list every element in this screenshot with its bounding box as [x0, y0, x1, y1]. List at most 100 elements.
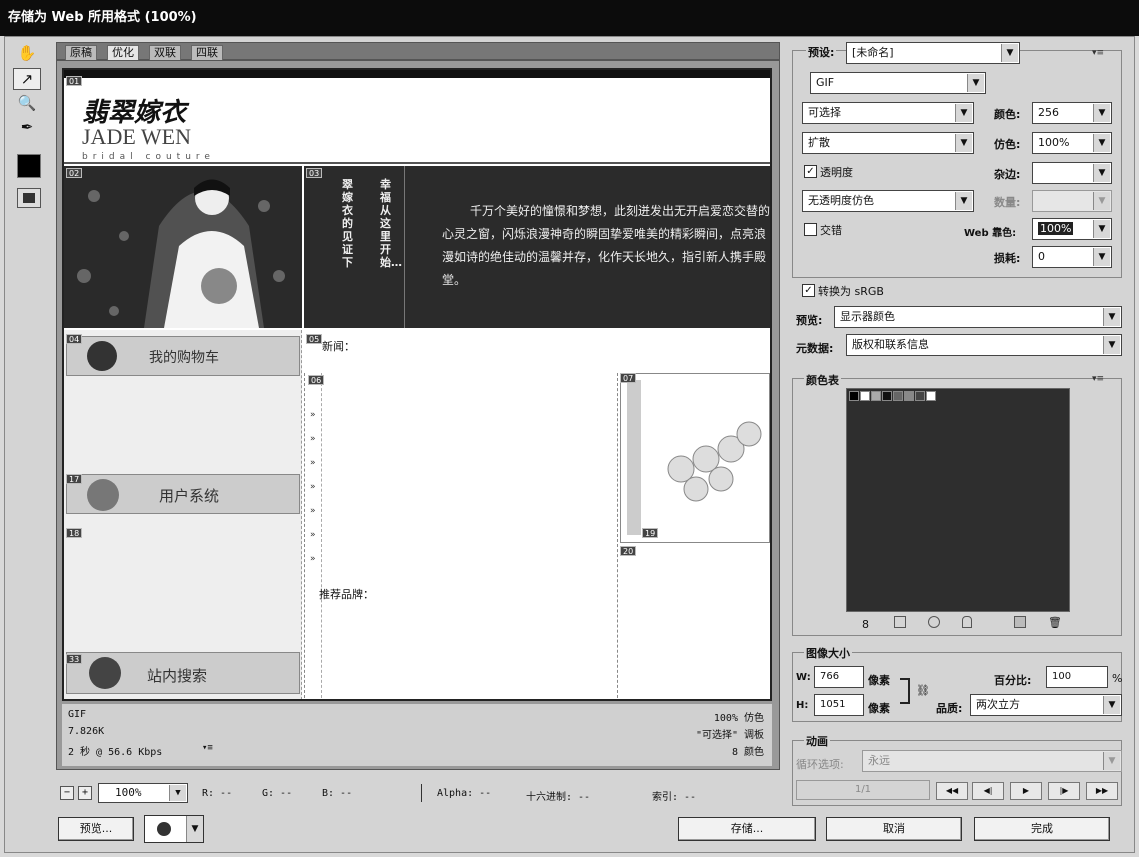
format-select[interactable]: GIF ▼	[810, 72, 986, 94]
b-readout: B: --	[322, 788, 353, 799]
color-swatch[interactable]	[849, 391, 859, 401]
dither-select[interactable]: 100% ▼	[1032, 132, 1112, 154]
play-button[interactable]: ▶	[1010, 782, 1042, 800]
color-table-title: 颜色表	[804, 372, 841, 388]
slice-select-icon[interactable]: ↗	[13, 68, 41, 90]
logo-english: JADE WEN	[82, 124, 191, 149]
zoom-out-button[interactable]: −	[60, 786, 74, 800]
status-menu-icon[interactable]: ▾≡	[202, 743, 213, 753]
dither-label: 仿色:	[994, 138, 1021, 151]
amount-select: ▼	[1032, 190, 1112, 212]
percent-input[interactable]: 100	[1046, 666, 1108, 688]
color-swatch[interactable]	[871, 391, 881, 401]
web-shift-icon[interactable]	[894, 616, 906, 628]
document-preview[interactable]: 翡翠嫁衣 JADE WEN bridal couture 翠嫁衣的见证下 幸福从…	[62, 68, 772, 701]
eyedropper-icon[interactable]: ✒	[13, 116, 41, 138]
browser-select[interactable]: ▼	[144, 815, 204, 843]
bride-image	[64, 166, 302, 328]
interlaced-label: 交错	[820, 224, 842, 237]
user-banner[interactable]: 用户系统	[66, 474, 300, 514]
browser-icon	[157, 822, 171, 836]
image-size-title: 图像大小	[804, 645, 852, 661]
preview-button[interactable]: 预览...	[58, 817, 134, 841]
cart-banner[interactable]: 我的购物车	[66, 336, 300, 376]
slice-label: 19	[642, 528, 659, 538]
lock-color-icon[interactable]	[962, 616, 972, 628]
last-frame-button[interactable]: ▶▶	[1086, 782, 1118, 800]
slice-label: 06	[308, 375, 325, 385]
matte-select[interactable]: ▼	[1032, 162, 1112, 184]
info-bar: − + 100% ▼ R: -- G: -- B: -- Alpha: -- 十六…	[56, 782, 780, 806]
save-button[interactable]: 存储...	[678, 817, 816, 841]
user-label: 用户系统	[159, 487, 220, 505]
color-table-menu-icon[interactable]: ▾≡	[1092, 374, 1104, 384]
vertical-text-1: 翠嫁衣的见证下	[342, 178, 353, 269]
preset-label: 预设:	[806, 44, 837, 60]
hand-icon[interactable]: ✋	[13, 42, 41, 64]
srgb-checkbox[interactable]: ✓	[802, 284, 815, 297]
color-table	[846, 388, 1070, 612]
top-bar	[64, 70, 770, 78]
width-input[interactable]: 766	[814, 666, 864, 688]
color-swatch[interactable]	[926, 391, 936, 401]
reduction-select[interactable]: 可选择 ▼	[802, 102, 974, 124]
status-size: 7.826K	[68, 726, 105, 737]
color-count: 8	[862, 618, 869, 631]
window-title: 存储为 Web 所用格式 (100%)	[0, 0, 1139, 36]
color-swatch[interactable]	[915, 391, 925, 401]
lossy-select[interactable]: 0 ▼	[1032, 246, 1112, 268]
status-format: GIF	[68, 709, 87, 720]
slice-label: 07	[620, 373, 637, 383]
prev-frame-button[interactable]: ◀|	[972, 782, 1004, 800]
zoom-in-button[interactable]: +	[78, 786, 92, 800]
tab-original[interactable]: 原稿	[65, 45, 97, 61]
settings-menu-icon[interactable]: ▾≡	[1092, 48, 1104, 58]
status-palette: "可选择" 调板	[695, 730, 764, 741]
zoom-select[interactable]: 100% ▼	[98, 783, 188, 803]
eyedropper-color-swatch[interactable]	[17, 154, 41, 178]
map-transparent-icon[interactable]	[928, 616, 940, 628]
slice-label: 03	[306, 168, 323, 178]
new-color-icon[interactable]	[1014, 616, 1026, 628]
loop-label: 循环选项:	[796, 758, 844, 771]
logo-sub: bridal couture	[82, 152, 215, 162]
transparency-checkbox[interactable]: ✓	[804, 165, 817, 178]
preview-mode-select[interactable]: 显示器颜色 ▼	[834, 306, 1122, 328]
percent-label: 百分比:	[994, 674, 1032, 687]
news-column: »»»»»»»	[304, 373, 618, 699]
websnap-select[interactable]: 100% ▼	[1032, 218, 1112, 240]
done-button[interactable]: 完成	[974, 817, 1110, 841]
tab-2up[interactable]: 双联	[149, 45, 181, 61]
animation-title: 动画	[804, 733, 830, 749]
color-swatch[interactable]	[893, 391, 903, 401]
r-readout: R: --	[202, 788, 233, 799]
interlaced-checkbox[interactable]	[804, 223, 817, 236]
first-frame-button[interactable]: ◀◀	[936, 782, 968, 800]
width-label: W:	[796, 672, 811, 683]
metadata-select[interactable]: 版权和联系信息 ▼	[846, 334, 1122, 356]
preset-select[interactable]: [未命名] ▼	[846, 42, 1020, 64]
cancel-button[interactable]: 取消	[826, 817, 962, 841]
dither-algorithm-select[interactable]: 扩散 ▼	[802, 132, 974, 154]
height-input[interactable]: 1051	[814, 694, 864, 716]
slice-visibility-icon[interactable]	[17, 188, 41, 208]
search-label: 站内搜索	[147, 667, 208, 685]
color-swatch[interactable]	[882, 391, 892, 401]
color-swatch[interactable]	[904, 391, 914, 401]
left-nav: 我的购物车 用户系统 站内搜索	[64, 330, 302, 699]
slice-label: 01	[66, 76, 83, 86]
link-icon[interactable]: ⛓	[916, 684, 930, 697]
tab-4up[interactable]: 四联	[191, 45, 223, 61]
status-colors: 8 颜色	[731, 747, 764, 758]
search-banner[interactable]: 站内搜索	[66, 652, 300, 694]
tab-optimized[interactable]: 优化	[107, 45, 139, 61]
quality-select[interactable]: 两次立方 ▼	[970, 694, 1122, 716]
optimize-status: GIF 7.826K 2 秒 @ 56.6 Kbps ▾≡ 100% 仿色 "可…	[62, 704, 772, 766]
colors-select[interactable]: 256 ▼	[1032, 102, 1112, 124]
zoom-icon[interactable]: 🔍	[13, 92, 41, 114]
next-frame-button[interactable]: |▶	[1048, 782, 1080, 800]
trash-icon[interactable]: 🗑	[1048, 616, 1062, 629]
color-swatch[interactable]	[860, 391, 870, 401]
transparency-dither-select[interactable]: 无透明度仿色 ▼	[802, 190, 974, 212]
hex-readout: 十六进制: --	[526, 792, 591, 803]
